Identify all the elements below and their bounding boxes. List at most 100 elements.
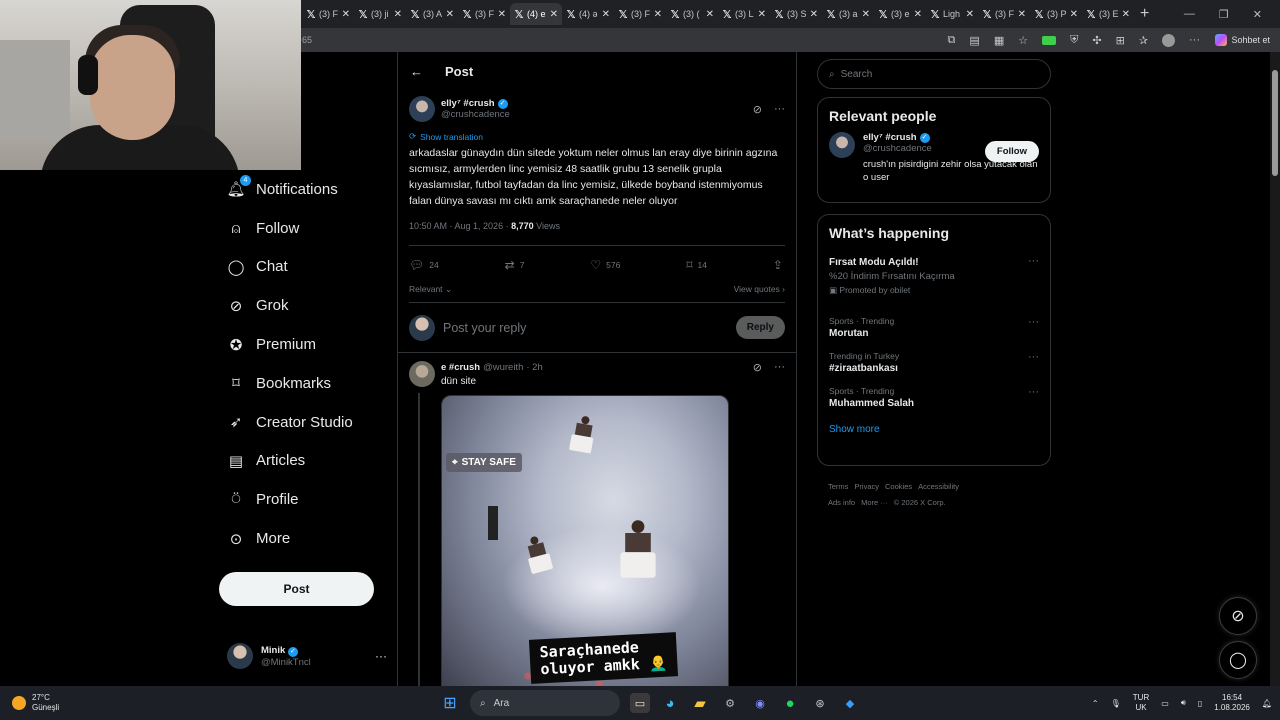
like-action[interactable]: ♡ 576 [590,258,620,272]
steam-icon[interactable]: ⊛ [810,693,830,713]
reply-input[interactable]: Post your reply [443,321,526,335]
bookmark-action[interactable]: ⌑ 14 [686,258,707,272]
footer-link[interactable]: Terms [828,482,848,491]
reply-action[interactable]: 💬︎ 24 [409,258,439,272]
more-dots-icon[interactable]: ··· [774,103,785,116]
browser-tab[interactable]: 𝕏 (3) L ✕ [718,3,770,25]
trend-item[interactable]: Trending in Turkey #ziraatbankası ··· [818,345,1050,380]
post-timestamp[interactable]: 10:50 AM · Aug 1, 2026 · [409,221,511,231]
nav-item-creator-studio[interactable]: ➶ Creator Studio [218,403,388,442]
split-screen-icon[interactable]: ⊞ [1116,34,1125,47]
new-tab-button[interactable]: + [1140,5,1149,23]
chevron-up-icon[interactable]: ⌃ [1092,699,1099,708]
clock[interactable]: 16:54 1.08.2026 [1214,693,1250,713]
url-text[interactable]: 65 [302,35,312,45]
browser-tab[interactable]: 𝕏 (3) e ✕ [874,3,926,25]
browser-tab[interactable]: 𝕏 (3) F ✕ [614,3,666,25]
footer-link[interactable]: Accessibility [918,482,959,491]
reply-author-handle[interactable]: @wureith [483,362,523,373]
discord-icon[interactable]: ◉ [750,693,770,713]
profile-avatar-icon[interactable] [1162,33,1175,47]
close-tab-icon[interactable]: ✕ [966,9,974,20]
grok-icon[interactable]: ⊘ [753,361,762,374]
spotify-icon[interactable]: ● [780,693,800,713]
more-dots-icon[interactable]: ··· [1028,351,1039,363]
browser-tab[interactable]: 𝕏 Ligh ✕ [926,3,978,25]
more-dots-icon[interactable]: ··· [1028,316,1039,328]
close-tab-icon[interactable]: ✕ [1018,9,1026,20]
grok-icon[interactable]: ⊘ [753,103,762,116]
app-icon[interactable]: ◆ [840,693,860,713]
author-handle[interactable]: @crushcadence [441,109,510,120]
close-tab-icon[interactable]: ✕ [914,9,922,20]
nav-item-premium[interactable]: ✪ Premium [218,325,388,364]
settings-gear-icon[interactable]: ⚙ [720,693,740,713]
more-dots-icon[interactable]: ··· [774,361,785,374]
browser-tab[interactable]: 𝕏 (3) F ✕ [302,3,354,25]
browser-tab[interactable]: 𝕏 (4) e ✕ [510,3,562,25]
close-tab-icon[interactable]: ✕ [550,9,558,20]
nav-item-bookmarks[interactable]: ⌑ Bookmarks [218,364,388,403]
close-tab-icon[interactable]: ✕ [394,9,402,20]
maximize-icon[interactable]: ❐ [1219,8,1229,21]
show-more-link[interactable]: Show more [818,415,1050,447]
battery-icon[interactable]: ▯ [1198,699,1202,708]
microphone-icon[interactable]: 🎙︎ [1111,699,1121,708]
browser-tab[interactable]: 𝕏 (3) F ✕ [458,3,510,25]
more-dots-icon[interactable]: ··· [1028,255,1039,267]
nav-item-articles[interactable]: ▤ Articles [218,442,388,481]
notification-bell-icon[interactable]: 🔔︎ [1262,699,1272,708]
edge-icon[interactable]: ◕ [660,693,680,713]
close-tab-icon[interactable]: ✕ [862,9,870,20]
read-aloud-icon[interactable]: ▦ [994,34,1004,47]
browser-tab[interactable]: 𝕏 (3) ji ✕ [354,3,406,25]
trend-item[interactable]: Sports · Trending Muhammed Salah ··· [818,380,1050,415]
network-icon[interactable]: ▭ [1161,699,1169,708]
search-input[interactable]: ⌕ Search [817,59,1051,89]
browser-tab[interactable]: 𝕏 (3) S ✕ [770,3,822,25]
reply-time[interactable]: · 2h [526,362,542,373]
copilot-button[interactable]: Sohbet et [1215,34,1270,46]
browser-tab[interactable]: 𝕏 (3) ( ✕ [666,3,718,25]
nav-item-follow[interactable]: ⍝ Follow [218,209,388,248]
browser-tab[interactable]: 𝕏 (3) F ✕ [978,3,1030,25]
sort-dropdown[interactable]: Relevant ⌄ [409,284,452,295]
page-scrollbar[interactable] [1270,52,1280,686]
language-indicator[interactable]: TUR UK [1133,693,1149,713]
more-dots-icon[interactable]: ··· [1028,386,1039,398]
browser-tab[interactable]: 𝕏 (3) E ✕ [1082,3,1134,25]
show-translation-link[interactable]: ⟳ Show translation [409,131,785,142]
follow-button[interactable]: Follow [984,141,1039,162]
reply-media-image[interactable]: ⌖ STAY SAFE Saraçhanede oluyor amkk 👨‍🦲 [441,395,729,686]
chat-fab-button[interactable]: ◯ [1219,641,1257,679]
avatar[interactable] [409,361,435,387]
reader-icon[interactable]: ▤ [969,34,979,47]
weather-widget[interactable]: 27°C Güneşli [12,693,59,713]
footer-link[interactable]: Privacy [854,482,879,491]
footer-link[interactable]: © 2026 X Corp. [894,498,946,507]
file-explorer-icon[interactable]: ▰ [690,693,710,713]
repost-action[interactable]: ⇄ 7 [505,258,525,272]
close-tab-icon[interactable]: ✕ [498,9,506,20]
trend-item[interactable]: Sports · Trending Morutan ··· [818,310,1050,345]
menu-dots-icon[interactable]: ··· [1189,34,1200,46]
view-quotes-link[interactable]: View quotes › [734,284,785,295]
footer-link[interactable]: More ··· [861,498,888,507]
browser-tab[interactable]: 𝕏 (3) P ✕ [1030,3,1082,25]
grok-fab-button[interactable]: ⊘ [1219,597,1257,635]
taskbar-search[interactable]: ⌕ Ara [470,690,620,716]
author-name[interactable]: elly⁷ #crush ✓ [441,98,510,109]
close-tab-icon[interactable]: ✕ [758,9,766,20]
footer-link[interactable]: Ads info [828,498,855,507]
favorites-icon[interactable]: ✰ [1139,34,1148,47]
browser-tab[interactable]: 𝕏 (3) a ✕ [822,3,874,25]
close-tab-icon[interactable]: ✕ [810,9,818,20]
close-tab-icon[interactable]: ✕ [706,9,714,20]
nav-item-grok[interactable]: ⊘ Grok [218,286,388,325]
close-tab-icon[interactable]: ✕ [1122,9,1130,20]
close-tab-icon[interactable]: ✕ [602,9,610,20]
back-arrow-icon[interactable]: ← [410,64,423,79]
task-view-icon[interactable]: ▭ [630,693,650,713]
close-tab-icon[interactable]: ✕ [1070,9,1078,20]
trend-item[interactable]: Fırsat Modu Açıldı! %20 İndirim Fırsatını… [818,249,1050,310]
